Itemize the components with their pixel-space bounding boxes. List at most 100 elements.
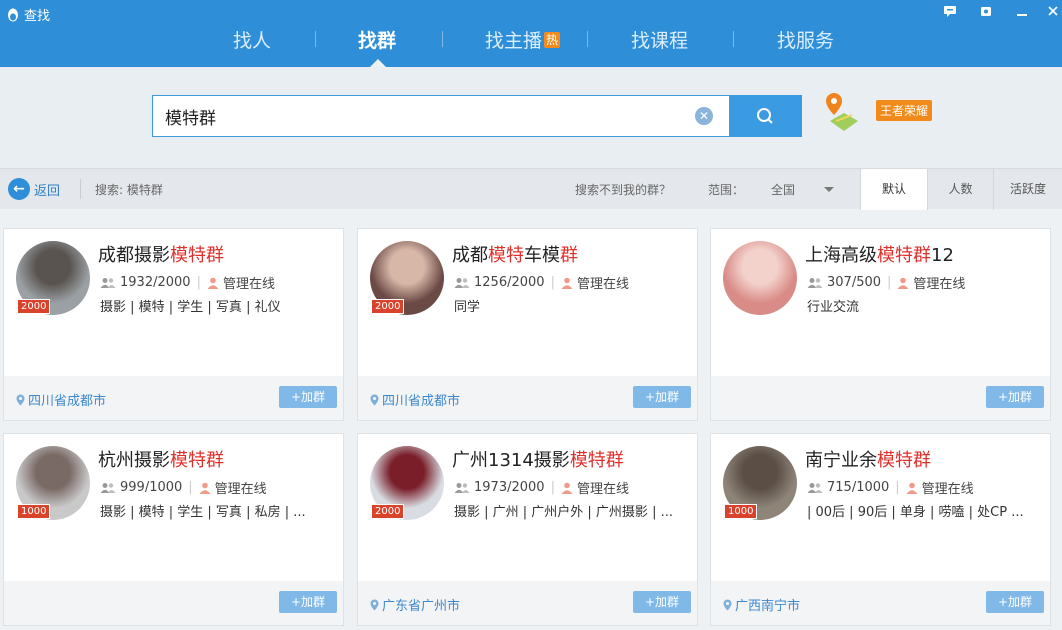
search-area: ✕ 王者荣耀 bbox=[0, 67, 1062, 168]
group-name-highlight: 模特 bbox=[488, 245, 524, 266]
nav-divider bbox=[733, 31, 734, 47]
group-name-prefix: 成都摄影 bbox=[98, 245, 170, 266]
card-footer: 四川省成都市 +加群 bbox=[358, 376, 697, 420]
skin-icon[interactable] bbox=[977, 4, 995, 22]
minimize-icon[interactable] bbox=[1013, 4, 1031, 22]
join-group-button[interactable]: +加群 bbox=[986, 591, 1044, 613]
join-group-button[interactable]: +加群 bbox=[279, 591, 337, 613]
chevron-down-icon[interactable] bbox=[824, 187, 834, 192]
admin-icon bbox=[561, 482, 573, 494]
join-group-button[interactable]: +加群 bbox=[633, 591, 691, 613]
nav-tab-label: 找主播 bbox=[485, 30, 543, 52]
location-text: 广西南宁市 bbox=[735, 599, 801, 614]
admin-icon bbox=[561, 277, 573, 289]
group-card[interactable]: 2000 成都模特车模群 1256/2000 | 管理在线 同学 四川省成都市 … bbox=[357, 228, 698, 421]
group-tags: 摄影 | 广州 | 广州户外 | 广州摄影 | ... bbox=[454, 505, 673, 520]
group-capacity-badge: 1000 bbox=[17, 504, 51, 519]
nav-tab-find-anchor[interactable]: 找主播热 bbox=[485, 26, 561, 53]
back-label: 返回 bbox=[34, 183, 61, 199]
group-name-highlight: 群 bbox=[560, 245, 578, 266]
group-location: 四川省成都市 bbox=[370, 390, 460, 409]
member-count: 715/1000 bbox=[827, 480, 890, 495]
admin-status: 管理在线 bbox=[921, 482, 974, 497]
range-select[interactable]: 全国 bbox=[771, 181, 795, 198]
nav-divider bbox=[587, 31, 588, 47]
join-group-button[interactable]: +加群 bbox=[279, 386, 337, 408]
group-name-prefix: 南宁业余 bbox=[805, 450, 877, 471]
group-name-prefix: 杭州摄影 bbox=[98, 450, 170, 471]
group-capacity-badge: 2000 bbox=[371, 299, 405, 314]
group-card[interactable]: 2000 成都摄影模特群 1932/2000 | 管理在线 摄影 | 模特 | … bbox=[3, 228, 344, 421]
nav-tab-find-courses[interactable]: 找课程 bbox=[631, 26, 688, 53]
search-button[interactable] bbox=[729, 95, 802, 137]
group-card[interactable]: 1000 南宁业余模特群 715/1000 | 管理在线 | 00后 | 90后… bbox=[710, 433, 1051, 626]
group-tags: | 00后 | 90后 | 单身 | 唠嗑 | 处CP ... bbox=[807, 505, 1024, 520]
group-name-highlight: 模特群 bbox=[170, 450, 224, 471]
cant-find-group-link[interactable]: 搜索不到我的群？ bbox=[575, 181, 671, 198]
group-name[interactable]: 成都摄影模特群 bbox=[98, 241, 224, 267]
group-name[interactable]: 南宁业余模特群 bbox=[805, 446, 931, 472]
group-capacity-badge: 2000 bbox=[371, 504, 405, 519]
location-pin-icon bbox=[370, 394, 379, 406]
group-name-suffix: 12 bbox=[931, 245, 954, 266]
search-breadcrumb: 搜索: 模特群 bbox=[95, 183, 163, 197]
card-footer: 广东省广州市 +加群 bbox=[358, 581, 697, 625]
clear-search-icon[interactable]: ✕ bbox=[695, 107, 713, 125]
location-pin-icon bbox=[16, 394, 25, 406]
admin-icon bbox=[906, 482, 918, 494]
members-icon bbox=[100, 277, 116, 288]
member-count: 1256/2000 bbox=[474, 275, 545, 290]
close-icon[interactable] bbox=[1044, 4, 1062, 22]
group-name[interactable]: 杭州摄影模特群 bbox=[98, 446, 224, 472]
group-card[interactable]: 上海高级模特群12 307/500 | 管理在线 行业交流 +加群 bbox=[710, 228, 1051, 421]
group-location: 广西南宁市 bbox=[723, 595, 800, 614]
group-location: 广东省广州市 bbox=[370, 595, 460, 614]
back-arrow-icon: ← bbox=[8, 178, 30, 200]
group-tags: 摄影 | 模特 | 学生 | 写真 | 礼仪 bbox=[100, 300, 281, 315]
group-capacity-badge: 2000 bbox=[17, 299, 51, 314]
join-group-button[interactable]: +加群 bbox=[986, 386, 1044, 408]
sort-tab-default[interactable]: 默认 bbox=[860, 169, 927, 210]
join-group-button[interactable]: +加群 bbox=[633, 386, 691, 408]
group-name-highlight: 模特群 bbox=[877, 450, 931, 471]
group-name-highlight: 模特群 bbox=[877, 245, 931, 266]
admin-icon bbox=[199, 482, 211, 494]
group-stats: 1973/2000 | 管理在线 bbox=[454, 478, 629, 497]
group-name[interactable]: 成都模特车模群 bbox=[452, 241, 578, 267]
group-name[interactable]: 上海高级模特群12 bbox=[805, 241, 954, 267]
member-count: 307/500 bbox=[827, 275, 882, 290]
group-card[interactable]: 1000 杭州摄影模特群 999/1000 | 管理在线 摄影 | 模特 | 学… bbox=[3, 433, 344, 626]
group-card[interactable]: 2000 广州1314摄影模特群 1973/2000 | 管理在线 摄影 | 广… bbox=[357, 433, 698, 626]
group-stats: 715/1000 | 管理在线 bbox=[807, 478, 974, 497]
sort-tab-activity[interactable]: 活跃度 bbox=[993, 169, 1062, 210]
members-icon bbox=[807, 277, 823, 288]
group-stats: 999/1000 | 管理在线 bbox=[100, 478, 267, 497]
sort-tab-members[interactable]: 人数 bbox=[927, 169, 993, 210]
nav-tab-find-people[interactable]: 找人 bbox=[233, 26, 271, 53]
group-name[interactable]: 广州1314摄影模特群 bbox=[452, 446, 624, 472]
stats-divider: | bbox=[550, 275, 555, 290]
group-avatar[interactable] bbox=[723, 241, 797, 315]
nav-tab-find-groups[interactable]: 找群 bbox=[358, 26, 396, 53]
group-name-middle: 车模 bbox=[524, 245, 560, 266]
nav-divider bbox=[315, 31, 316, 47]
members-icon bbox=[100, 482, 116, 493]
admin-status: 管理在线 bbox=[222, 277, 275, 292]
admin-status: 管理在线 bbox=[913, 277, 966, 292]
location-game-badge[interactable]: 王者荣耀 bbox=[876, 100, 933, 121]
stats-divider: | bbox=[895, 480, 900, 495]
admin-icon bbox=[897, 277, 909, 289]
feedback-icon[interactable] bbox=[941, 4, 959, 22]
back-button[interactable]: ← 返回 bbox=[8, 178, 60, 200]
map-location-icon[interactable] bbox=[822, 91, 860, 133]
group-name-prefix: 广州1314摄影 bbox=[452, 450, 570, 471]
group-name-highlight: 模特群 bbox=[170, 245, 224, 266]
search-input[interactable] bbox=[165, 96, 685, 136]
members-icon bbox=[454, 482, 470, 493]
nav-tab-find-services[interactable]: 找服务 bbox=[777, 26, 834, 53]
admin-status: 管理在线 bbox=[214, 482, 267, 497]
location-text: 四川省成都市 bbox=[28, 394, 107, 409]
admin-status: 管理在线 bbox=[576, 277, 629, 292]
stats-divider: | bbox=[887, 275, 892, 290]
search-box: ✕ bbox=[152, 95, 730, 137]
